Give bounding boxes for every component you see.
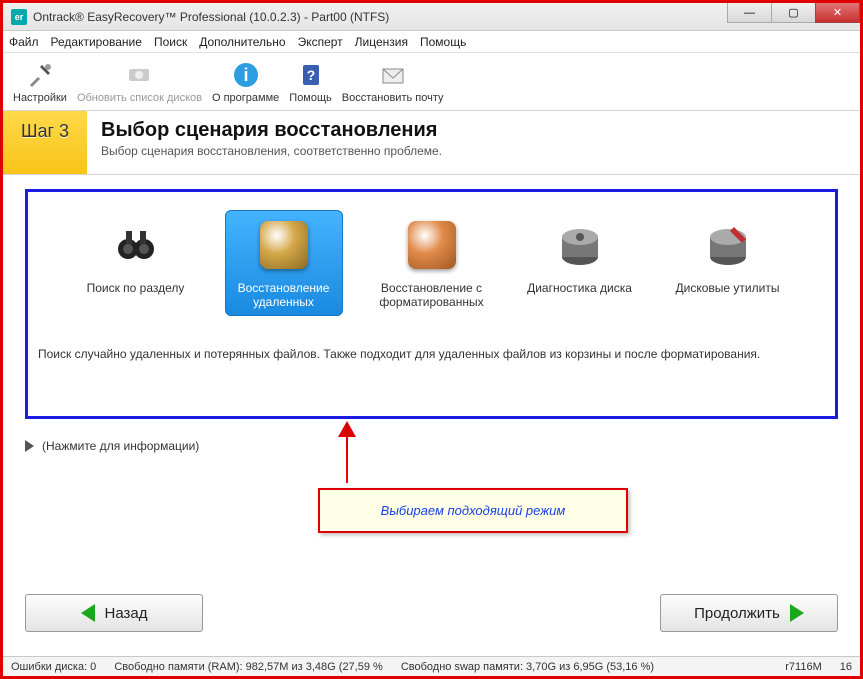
info-icon: i	[231, 60, 261, 90]
annotation-callout: Выбираем подходящий режим	[318, 488, 628, 533]
menu-file[interactable]: Файл	[9, 35, 39, 49]
app-icon: er	[11, 9, 27, 25]
status-num: 16	[840, 661, 852, 673]
scenario-box: Поиск по разделу Восстановление удаленны…	[25, 189, 838, 419]
help-book-icon: ?	[296, 60, 326, 90]
status-swap: Свободно swap памяти: 3,70G из 6,95G (53…	[401, 661, 654, 673]
tool-refresh-disks[interactable]: Обновить список дисков	[77, 60, 202, 104]
next-button[interactable]: Продолжить	[660, 594, 838, 632]
scenario-disk-diagnostics[interactable]: Диагностика диска	[521, 210, 639, 316]
scenario-partition-search[interactable]: Поиск по разделу	[77, 210, 195, 316]
hint-text: (Нажмите для информации)	[42, 439, 199, 453]
close-button[interactable]: ✕	[815, 3, 860, 23]
disk-tools-icon	[700, 217, 756, 273]
titlebar: er Ontrack® EasyRecovery™ Professional (…	[3, 3, 860, 31]
scenario-disk-utilities[interactable]: Дисковые утилиты	[669, 210, 787, 316]
scenario-label: Диагностика диска	[527, 281, 632, 295]
toolbar: Настройки Обновить список дисков i О про…	[3, 53, 860, 111]
tool-restore-mail[interactable]: Восстановить почту	[342, 60, 444, 104]
arrow-left-icon	[81, 604, 95, 622]
scenario-description: Поиск случайно удаленных и потерянных фа…	[38, 346, 825, 363]
scenario-recover-formatted[interactable]: Восстановление с форматированных	[373, 210, 491, 316]
menu-extra[interactable]: Дополнительно	[199, 35, 285, 49]
scenario-label: Восстановление с форматированных	[376, 281, 488, 309]
scenario-recover-deleted[interactable]: Восстановление удаленных	[225, 210, 343, 316]
tool-label: Настройки	[13, 92, 67, 104]
menu-license[interactable]: Лицензия	[355, 35, 408, 49]
menubar: Файл Редактирование Поиск Дополнительно …	[3, 31, 860, 53]
annotation-arrow	[346, 423, 348, 483]
tool-about[interactable]: i О программе	[212, 60, 279, 104]
window-title: Ontrack® EasyRecovery™ Professional (10.…	[33, 10, 389, 24]
mail-icon	[378, 60, 408, 90]
nav-buttons: Назад Продолжить	[3, 584, 860, 648]
menu-expert[interactable]: Эксперт	[298, 35, 343, 49]
menu-search[interactable]: Поиск	[154, 35, 187, 49]
tool-label: Обновить список дисков	[77, 92, 202, 104]
minimize-button[interactable]: —	[727, 3, 772, 23]
expand-icon	[25, 440, 34, 452]
back-button[interactable]: Назад	[25, 594, 203, 632]
step-badge: Шаг 3	[3, 111, 87, 174]
menu-edit[interactable]: Редактирование	[51, 35, 142, 49]
scenario-label: Дисковые утилиты	[676, 281, 780, 295]
tool-label: Помощь	[289, 92, 332, 104]
scenario-label: Поиск по разделу	[87, 281, 185, 295]
status-errors: Ошибки диска: 0	[11, 661, 96, 673]
refresh-icon	[124, 60, 154, 90]
maximize-button[interactable]: ▢	[771, 3, 816, 23]
format-icon	[404, 217, 460, 273]
tools-icon	[25, 60, 55, 90]
back-label: Назад	[105, 605, 148, 622]
tool-label: О программе	[212, 92, 279, 104]
step-subtitle: Выбор сценария восстановления, соответст…	[101, 144, 442, 158]
disk-diag-icon	[552, 217, 608, 273]
next-label: Продолжить	[694, 605, 780, 622]
status-ram: Свободно памяти (RAM): 982,57M из 3,48G …	[114, 661, 383, 673]
main-panel: Поиск по разделу Восстановление удаленны…	[3, 175, 860, 461]
recycle-icon	[256, 217, 312, 273]
tool-label: Восстановить почту	[342, 92, 444, 104]
hint-row[interactable]: (Нажмите для информации)	[25, 439, 838, 453]
step-header: Шаг 3 Выбор сценария восстановления Выбо…	[3, 111, 860, 175]
binoculars-icon	[108, 217, 164, 273]
status-code: r7116M	[785, 661, 821, 673]
tool-settings[interactable]: Настройки	[13, 60, 67, 104]
menu-help[interactable]: Помощь	[420, 35, 466, 49]
step-title: Выбор сценария восстановления	[101, 119, 442, 142]
statusbar: Ошибки диска: 0 Свободно памяти (RAM): 9…	[3, 656, 860, 676]
svg-text:i: i	[243, 65, 248, 85]
svg-text:?: ?	[306, 67, 315, 83]
scenario-label: Восстановление удаленных	[228, 281, 340, 309]
callout-text: Выбираем подходящий режим	[381, 503, 566, 518]
arrow-right-icon	[790, 604, 804, 622]
tool-help[interactable]: ? Помощь	[289, 60, 332, 104]
